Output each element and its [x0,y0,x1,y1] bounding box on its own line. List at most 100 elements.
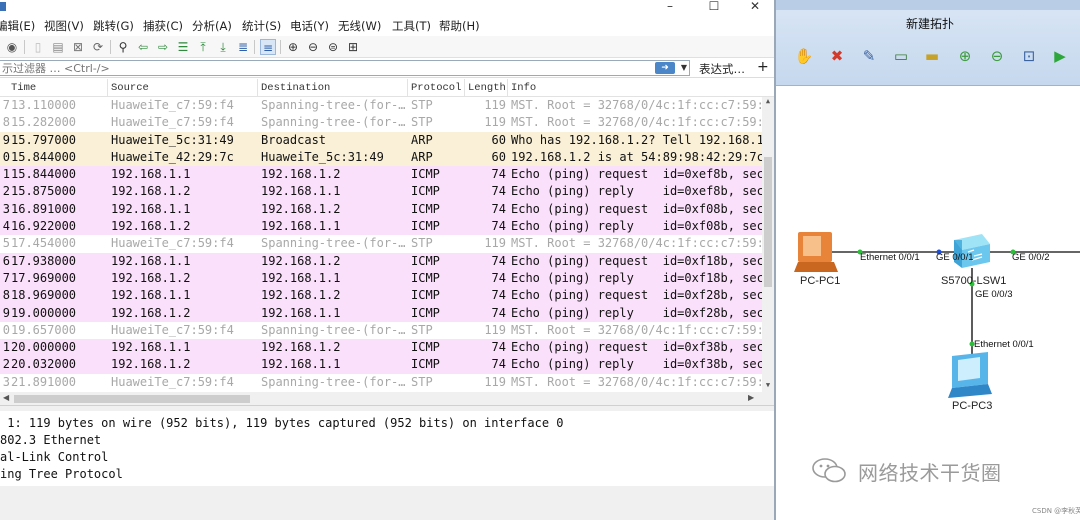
packet-source: HuaweiTe_42:29:7c [111,149,234,164]
detail-stp-line[interactable]: ing Tree Protocol [0,467,123,481]
zoom-in-icon[interactable]: ⊕ [285,39,301,55]
switch-ge1-label: GE 0/0/1 [936,252,974,263]
hscroll-thumb[interactable] [14,395,250,403]
packet-number: 2 [2,357,10,372]
pc3-label[interactable]: PC-PC3 [952,400,992,412]
pc3-port-label: Ethernet 0/0/1 [974,339,1034,350]
packet-row[interactable]: 1 15.844000 192.168.1.1 192.168.1.2 ICMP 74 Ec… [0,166,762,184]
scroll-left-icon[interactable]: ◀ [3,393,9,402]
find-packet-icon[interactable]: ⚲ [115,39,131,55]
menu-edit[interactable]: 编辑(E) [0,18,35,34]
chevron-down-icon[interactable]: ▼ [678,61,690,75]
menu-capture[interactable]: 捕获(C) [143,18,183,34]
menu-help[interactable]: 帮助(H) [439,18,480,34]
pc1-port-label: Ethernet 0/0/1 [860,252,920,263]
column-protocol[interactable]: Protocol [411,82,461,94]
packet-time: 19.000000 [11,305,77,320]
packet-destination: 192.168.1.1 [261,270,341,285]
go-forward-icon[interactable]: ⇨ [155,39,171,55]
menu-telephony[interactable]: 电话(Y) [290,18,329,34]
menu-analyze[interactable]: 分析(A) [192,18,232,34]
close-button[interactable]: ✕ [742,0,768,13]
menu-go[interactable]: 跳转(G) [93,18,134,34]
close-file-icon[interactable]: ⊠ [70,39,86,55]
packet-details-pane: 1: 119 bytes on wire (952 bits), 119 byt… [0,406,774,520]
column-source[interactable]: Source [111,82,149,94]
menu-tools[interactable]: 工具(T) [392,18,431,34]
file-icon[interactable]: ▤ [50,39,66,55]
packet-row[interactable]: 7 13.110000 HuaweiTe_c7:59:f4 Spanning-tree… [0,97,762,115]
packet-row[interactable]: 5 17.454000 HuaweiTe_c7:59:f4 Spanning-tree… [0,235,762,253]
menu-view[interactable]: 视图(V) [44,18,84,34]
apply-filter-icon[interactable]: ➜ [655,62,675,74]
go-to-packet-icon[interactable]: ☰ [175,39,191,55]
resize-columns-icon[interactable]: ⊞ [345,39,361,55]
packet-info: Who has 192.168.1.2? Tell 192.168.1 [511,132,762,147]
minimize-button[interactable]: – [657,0,683,13]
packet-destination: Spanning-tree-(for-… [261,236,406,251]
packet-row[interactable]: 6 17.938000 192.168.1.1 192.168.1.2 ICMP 74 Ec… [0,252,762,270]
packet-row[interactable]: 3 16.891000 192.168.1.1 192.168.1.2 ICMP 74 Ec… [0,200,762,219]
reload-icon[interactable]: ⟳ [90,39,106,55]
packet-row[interactable]: 1 20.000000 192.168.1.1 192.168.1.2 ICMP 74 Ec… [0,339,762,357]
packet-list-vscrollbar[interactable]: ▲ ▼ [762,97,774,392]
packet-length: 74 [491,201,506,216]
packet-row[interactable]: 8 15.282000 HuaweiTe_c7:59:f4 Spanning-tree… [0,114,762,132]
go-back-icon[interactable]: ⇦ [135,39,151,55]
scroll-right-icon[interactable]: ▶ [748,393,754,402]
zoom-out-icon[interactable]: ⊖ [305,39,321,55]
packet-row[interactable]: 9 15.797000 HuaweiTe_5c:31:49 Broadcast ARP 6… [0,131,762,149]
scroll-down-icon[interactable]: ▼ [762,381,774,389]
packet-number: 1 [2,340,10,355]
packet-destination: Spanning-tree-(for-… [261,322,406,337]
column-destination[interactable]: Destination [261,82,330,94]
packet-protocol: ICMP [411,201,440,216]
capture-options-icon[interactable]: ◉ [4,39,20,55]
expression-button[interactable]: 表达式… [699,61,745,77]
display-filter-input[interactable] [0,60,690,76]
packet-source: HuaweiTe_c7:59:f4 [111,236,234,251]
switch-label[interactable]: S5700-LSW1 [941,275,1006,287]
column-info[interactable]: Info [511,82,536,94]
wechat-icon [812,458,846,483]
menu-wireless[interactable]: 无线(W) [338,18,381,34]
packet-row[interactable]: 4 16.922000 192.168.1.2 192.168.1.1 ICMP 74 Ec… [0,218,762,236]
packet-row[interactable]: 9 19.000000 192.168.1.2 192.168.1.1 ICMP 74 Ec… [0,304,762,322]
column-time[interactable]: Time [11,82,36,94]
packet-length: 119 [484,98,506,112]
packet-time: 15.844000 [11,167,77,182]
scroll-up-icon[interactable]: ▲ [762,97,774,105]
packet-row[interactable]: 7 17.969000 192.168.1.2 192.168.1.1 ICMP 74 Ec… [0,269,762,288]
packet-row[interactable]: 0 15.844000 HuaweiTe_42:29:7c HuaweiTe_5c:3… [0,148,762,167]
go-first-icon[interactable]: ⤒ [195,39,211,55]
packet-row[interactable]: 2 15.875000 192.168.1.2 192.168.1.1 ICMP 74 Ec… [0,183,762,201]
packet-info: Echo (ping) request id=0xf08b, sec [511,201,762,216]
detail-frame-line[interactable]: 1: 119 bytes on wire (952 bits), 119 byt… [0,416,563,430]
menu-bar: 编辑(E) 视图(V) 跳转(G) 捕获(C) 分析(A) 统计(S) 电话(Y… [0,14,774,36]
packet-list-hscrollbar[interactable]: ◀ ▶ [0,392,774,406]
detail-llc-line[interactable]: al-Link Control [0,450,108,464]
maximize-button[interactable]: ☐ [701,0,727,13]
packet-row[interactable]: 2 20.032000 192.168.1.2 192.168.1.1 ICMP 74 Ec… [0,356,762,374]
wireshark-window: – ☐ ✕ 编辑(E) 视图(V) 跳转(G) 捕获(C) 分析(A) 统计(S… [0,0,774,520]
add-filter-button[interactable]: + [757,59,769,75]
packet-protocol: STP [411,322,433,337]
zoom-reset-icon[interactable]: ⊜ [325,39,341,55]
packet-protocol: STP [411,374,433,389]
packet-time: 15.797000 [11,132,77,147]
scroll-thumb[interactable] [764,157,772,287]
colorize-icon[interactable]: ≡ [260,39,276,55]
packet-row[interactable]: 8 18.969000 192.168.1.1 192.168.1.2 ICMP 74 Ec… [0,287,762,305]
menu-statistics[interactable]: 统计(S) [242,18,281,34]
go-last-icon[interactable]: ⤓ [215,39,231,55]
open-file-icon[interactable]: ▯ [30,39,46,55]
packet-row[interactable]: 0 19.657000 HuaweiTe_c7:59:f4 Spanning-tree… [0,321,762,340]
column-length[interactable]: Length [468,82,506,94]
app-icon [0,2,6,11]
pc1-label[interactable]: PC-PC1 [800,275,840,287]
autoscroll-icon[interactable]: ≣ [235,39,251,55]
packet-row[interactable]: 3 21.891000 HuaweiTe_c7:59:f4 Spanning-tree… [0,373,762,392]
detail-ethernet-line[interactable]: 802.3 Ethernet [0,433,101,447]
packet-info: 192.168.1.2 is at 54:89:98:42:29:7c [511,149,762,164]
packet-destination: 192.168.1.2 [261,340,341,355]
